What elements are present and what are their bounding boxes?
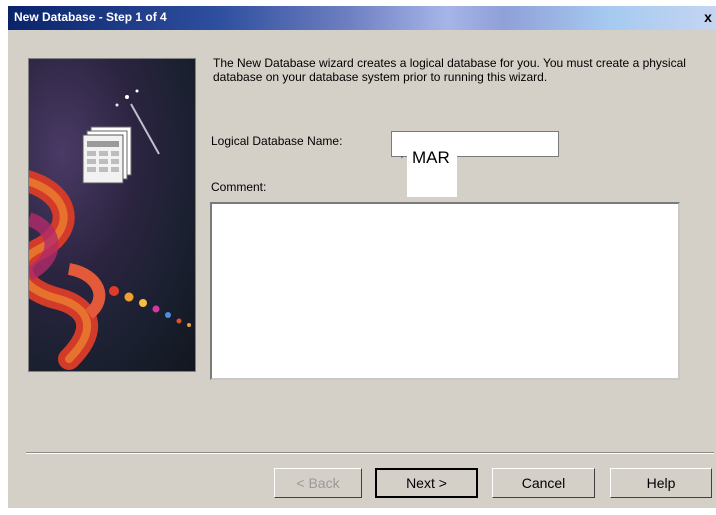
logical-database-name-value: MAR xyxy=(412,148,450,167)
cancel-button[interactable]: Cancel xyxy=(492,468,595,498)
title-bar[interactable]: New Database - Step 1 of 4 x xyxy=(8,6,716,30)
new-database-dialog: New Database - Step 1 of 4 x The New Dat… xyxy=(8,6,716,508)
back-button[interactable]: < Back xyxy=(274,468,362,498)
intro-text: The New Database wizard creates a logica… xyxy=(213,56,686,84)
help-button[interactable]: Help xyxy=(610,468,712,498)
wizard-illustration xyxy=(28,58,196,372)
button-separator xyxy=(26,452,714,454)
comment-label: Comment: xyxy=(211,180,267,194)
close-icon[interactable]: x xyxy=(700,9,716,26)
logical-database-name-label: Logical Database Name: xyxy=(211,134,343,148)
database-ribbon-illustration xyxy=(29,89,191,370)
document-stack-icon xyxy=(82,126,132,184)
window-title: New Database - Step 1 of 4 xyxy=(14,10,167,24)
cursor-mark: ' xyxy=(401,155,403,166)
comment-textarea[interactable] xyxy=(210,202,680,380)
next-button[interactable]: Next > xyxy=(375,468,478,498)
